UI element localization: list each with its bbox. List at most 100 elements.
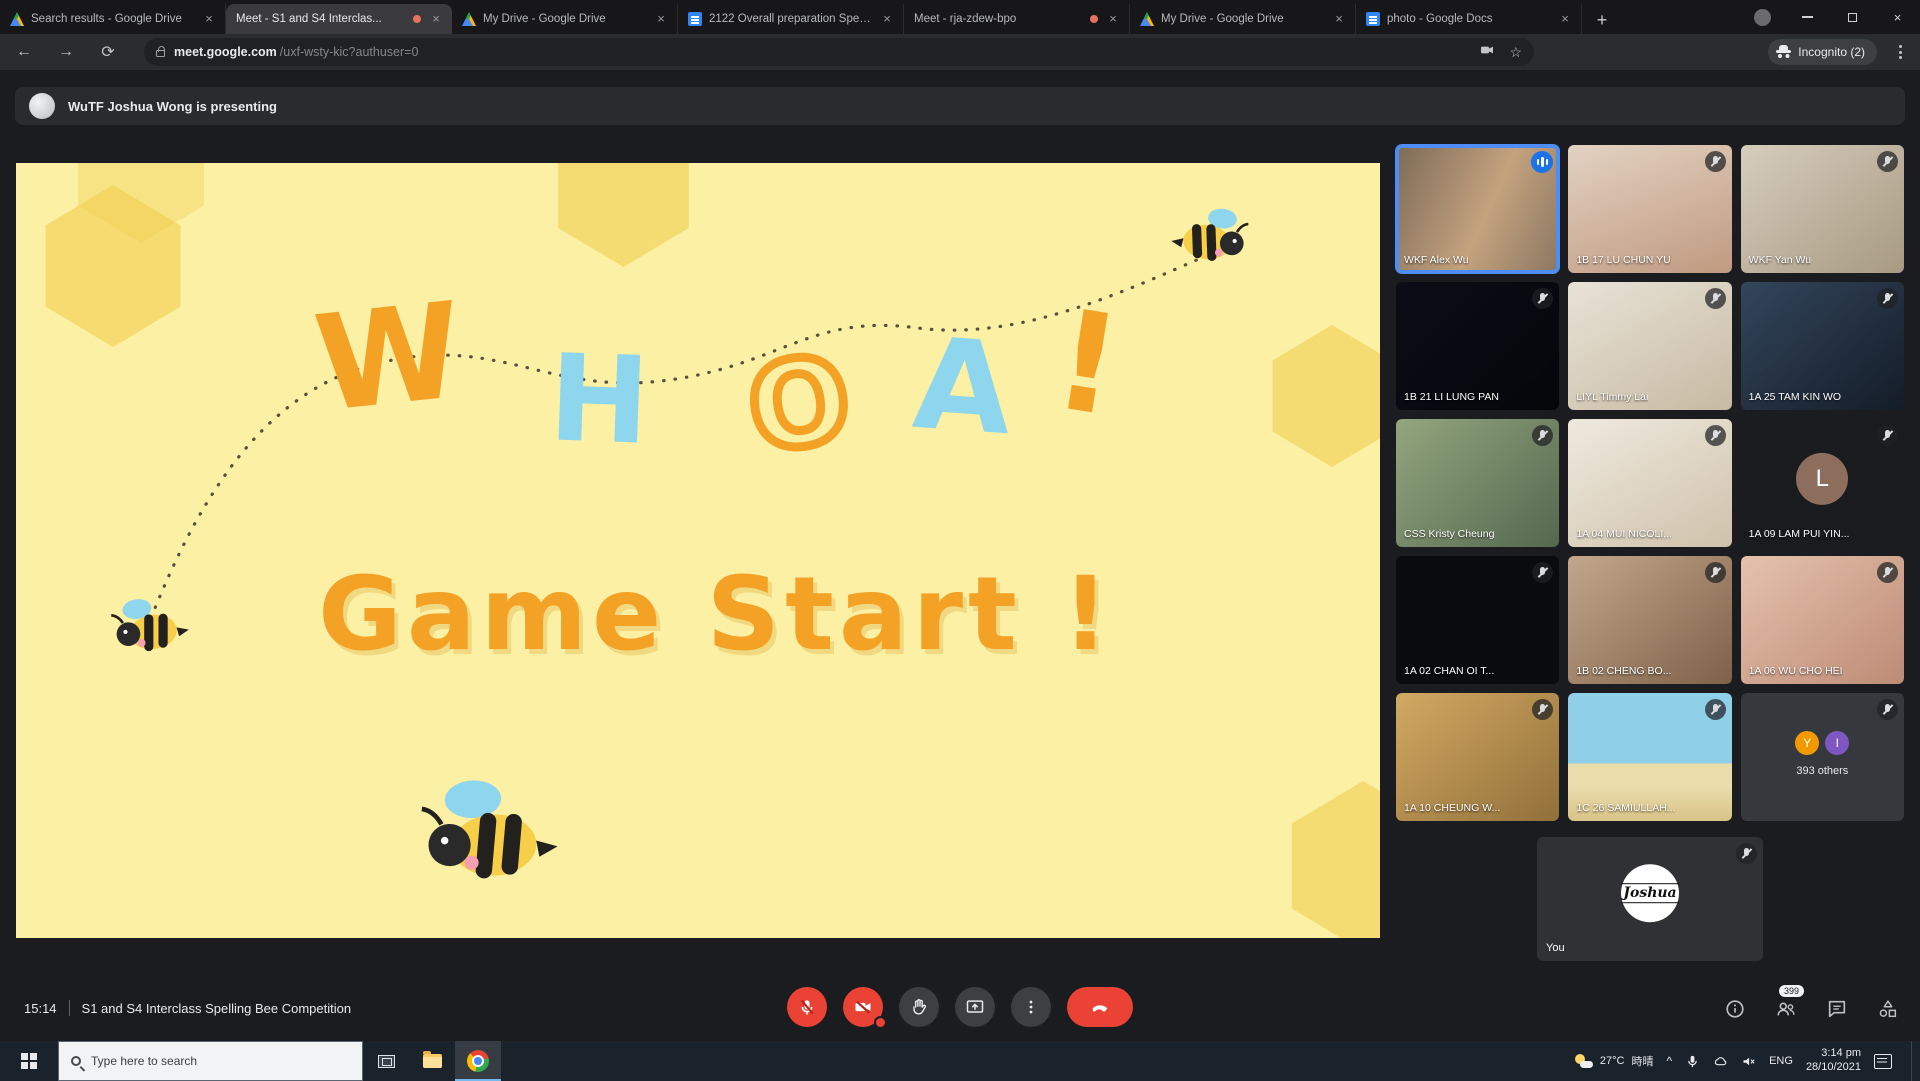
- bee-icon: [411, 771, 567, 901]
- self-label: You: [1546, 942, 1565, 954]
- camera-toggle-button[interactable]: [843, 987, 883, 1027]
- participant-tile[interactable]: 1B 21 LI LUNG PAN: [1396, 282, 1559, 410]
- participant-tile[interactable]: 1A 06 WU CHO HEI: [1741, 556, 1904, 684]
- participant-tile[interactable]: 1B 17 LU CHUN YU: [1568, 145, 1731, 273]
- meet-app: WuTF Joshua Wong is presenting W H O A !…: [0, 70, 1920, 1041]
- participant-tile[interactable]: 1A 04 MUI NICOLI...: [1568, 419, 1731, 547]
- mic-off-icon: [1877, 425, 1898, 446]
- task-view-icon: [378, 1055, 395, 1068]
- more-options-button[interactable]: [1011, 987, 1051, 1027]
- tab-search-results[interactable]: Search results - Google Drive ×: [0, 4, 226, 34]
- reload-button[interactable]: ⟳: [94, 42, 122, 62]
- recording-dot-icon: [1090, 15, 1098, 23]
- tab-meet-active[interactable]: Meet - S1 and S4 Interclas... ×: [226, 4, 452, 34]
- close-icon[interactable]: ×: [1557, 11, 1573, 27]
- start-button[interactable]: [0, 1041, 58, 1081]
- activities-icon[interactable]: [1876, 997, 1900, 1021]
- self-view-tile[interactable]: Joshua You: [1537, 837, 1763, 961]
- address-bar[interactable]: meet.google.com /uxf-wsty-kic?authuser=0…: [144, 38, 1534, 66]
- recording-dot-icon: [413, 15, 421, 23]
- titlebar-badge-icon[interactable]: [1740, 0, 1785, 34]
- url-path: /uxf-wsty-kic?authuser=0: [280, 45, 419, 59]
- participant-tile[interactable]: 1A 25 TAM KIN WO: [1741, 282, 1904, 410]
- tab-photo-docs[interactable]: photo - Google Docs ×: [1356, 4, 1582, 34]
- close-window-button[interactable]: ×: [1875, 0, 1920, 34]
- docs-icon: [688, 12, 702, 26]
- task-view-button[interactable]: [363, 1041, 409, 1081]
- chat-panel-icon[interactable]: [1825, 997, 1849, 1021]
- people-panel-icon[interactable]: 399: [1774, 997, 1798, 1021]
- participant-tile[interactable]: LIYL Timmy Lai: [1568, 282, 1731, 410]
- end-call-button[interactable]: [1067, 987, 1133, 1027]
- presenting-banner: WuTF Joshua Wong is presenting: [15, 87, 1905, 125]
- bee-icon: [104, 587, 197, 666]
- maximize-button[interactable]: [1830, 0, 1875, 34]
- avatar: I: [1825, 731, 1849, 755]
- mic-toggle-button[interactable]: [787, 987, 827, 1027]
- participant-count-badge: 399: [1779, 985, 1804, 997]
- volume-icon[interactable]: [1741, 1054, 1756, 1069]
- mic-tray-icon[interactable]: [1685, 1054, 1700, 1069]
- mic-off-icon: [1877, 288, 1898, 309]
- back-button[interactable]: ←: [10, 43, 38, 61]
- participant-tile[interactable]: 1A 10 CHEUNG W...: [1396, 693, 1559, 821]
- participant-tile[interactable]: WKF Yan Wu: [1741, 145, 1904, 273]
- chrome-taskbar-button[interactable]: [455, 1041, 501, 1081]
- show-desktop-button[interactable]: [1911, 1041, 1916, 1081]
- browser-menu-button[interactable]: [1891, 45, 1910, 59]
- present-screen-button[interactable]: [955, 987, 995, 1027]
- meet-bottom-bar: 15:14 S1 and S4 Interclass Spelling Bee …: [0, 969, 1920, 1041]
- windows-logo-icon: [21, 1053, 37, 1069]
- participant-tile[interactable]: CSS Kristy Cheung: [1396, 419, 1559, 547]
- mic-off-icon: [1532, 425, 1553, 446]
- minimize-button[interactable]: [1785, 0, 1830, 34]
- forward-button[interactable]: →: [52, 43, 80, 61]
- tab-strip: Search results - Google Drive × Meet - S…: [0, 0, 1920, 34]
- participant-tile[interactable]: L 1A 09 LAM PUI YIN...: [1741, 419, 1904, 547]
- close-icon[interactable]: ×: [1331, 11, 1347, 27]
- meeting-details-icon[interactable]: [1723, 997, 1747, 1021]
- close-icon[interactable]: ×: [653, 11, 669, 27]
- tab-docs-preparation[interactable]: 2122 Overall preparation Spelli... ×: [678, 4, 904, 34]
- system-tray: 27°C 時晴 ^ ENG 3:14 pm 28/10/2021: [1575, 1041, 1920, 1081]
- close-icon[interactable]: ×: [879, 11, 895, 27]
- bee-icon: [1165, 199, 1256, 276]
- mic-off-icon: [1532, 288, 1553, 309]
- close-icon[interactable]: ×: [1105, 11, 1121, 27]
- call-controls: [787, 987, 1133, 1027]
- mic-off-icon: [1705, 288, 1726, 309]
- tab-meet-2[interactable]: Meet - rja-zdew-bpo ×: [904, 4, 1130, 34]
- presentation-stage[interactable]: W H O A ! Game Start !: [16, 163, 1380, 938]
- others-tile[interactable]: Y I 393 others: [1741, 693, 1904, 821]
- onedrive-cloud-icon[interactable]: [1713, 1054, 1728, 1069]
- action-center-icon[interactable]: [1874, 1054, 1892, 1069]
- mic-off-icon: [1877, 699, 1898, 720]
- clock[interactable]: 3:14 pm 28/10/2021: [1806, 1047, 1861, 1075]
- participant-rail: WKF Alex Wu 1B 17 LU CHUN YU WKF Yan Wu …: [1396, 145, 1904, 961]
- windows-taskbar: Type here to search 27°C 時晴 ^ ENG 3:14: [0, 1041, 1920, 1081]
- camera-usage-icon[interactable]: [1479, 42, 1495, 63]
- drive-icon: [10, 12, 24, 26]
- file-explorer-button[interactable]: [409, 1041, 455, 1081]
- close-icon[interactable]: ×: [428, 11, 444, 27]
- tab-my-drive-1[interactable]: My Drive - Google Drive ×: [452, 4, 678, 34]
- raise-hand-button[interactable]: [899, 987, 939, 1027]
- participant-tile[interactable]: 1C 26 SAMIULLAH...: [1568, 693, 1731, 821]
- lock-icon[interactable]: [156, 50, 165, 57]
- participant-tile[interactable]: WKF Alex Wu: [1396, 145, 1559, 273]
- hidden-icons-caret[interactable]: ^: [1666, 1054, 1672, 1068]
- new-tab-button[interactable]: +: [1588, 6, 1616, 34]
- tab-my-drive-2[interactable]: My Drive - Google Drive ×: [1130, 4, 1356, 34]
- bookmark-star-icon[interactable]: ☆: [1509, 44, 1522, 61]
- chrome-icon: [467, 1050, 489, 1072]
- participant-tile[interactable]: 1B 02 CHENG BO...: [1568, 556, 1731, 684]
- presenter-avatar: [29, 93, 55, 119]
- meeting-name: S1 and S4 Interclass Spelling Bee Compet…: [82, 1001, 352, 1016]
- weather-widget[interactable]: 27°C 時晴: [1575, 1053, 1654, 1069]
- participant-tile[interactable]: 1A 02 CHAN OI T...: [1396, 556, 1559, 684]
- language-indicator[interactable]: ENG: [1769, 1055, 1793, 1067]
- mic-off-icon: [1877, 151, 1898, 172]
- self-avatar: Joshua: [1621, 864, 1679, 922]
- close-icon[interactable]: ×: [201, 11, 217, 27]
- taskbar-search-input[interactable]: Type here to search: [58, 1041, 363, 1081]
